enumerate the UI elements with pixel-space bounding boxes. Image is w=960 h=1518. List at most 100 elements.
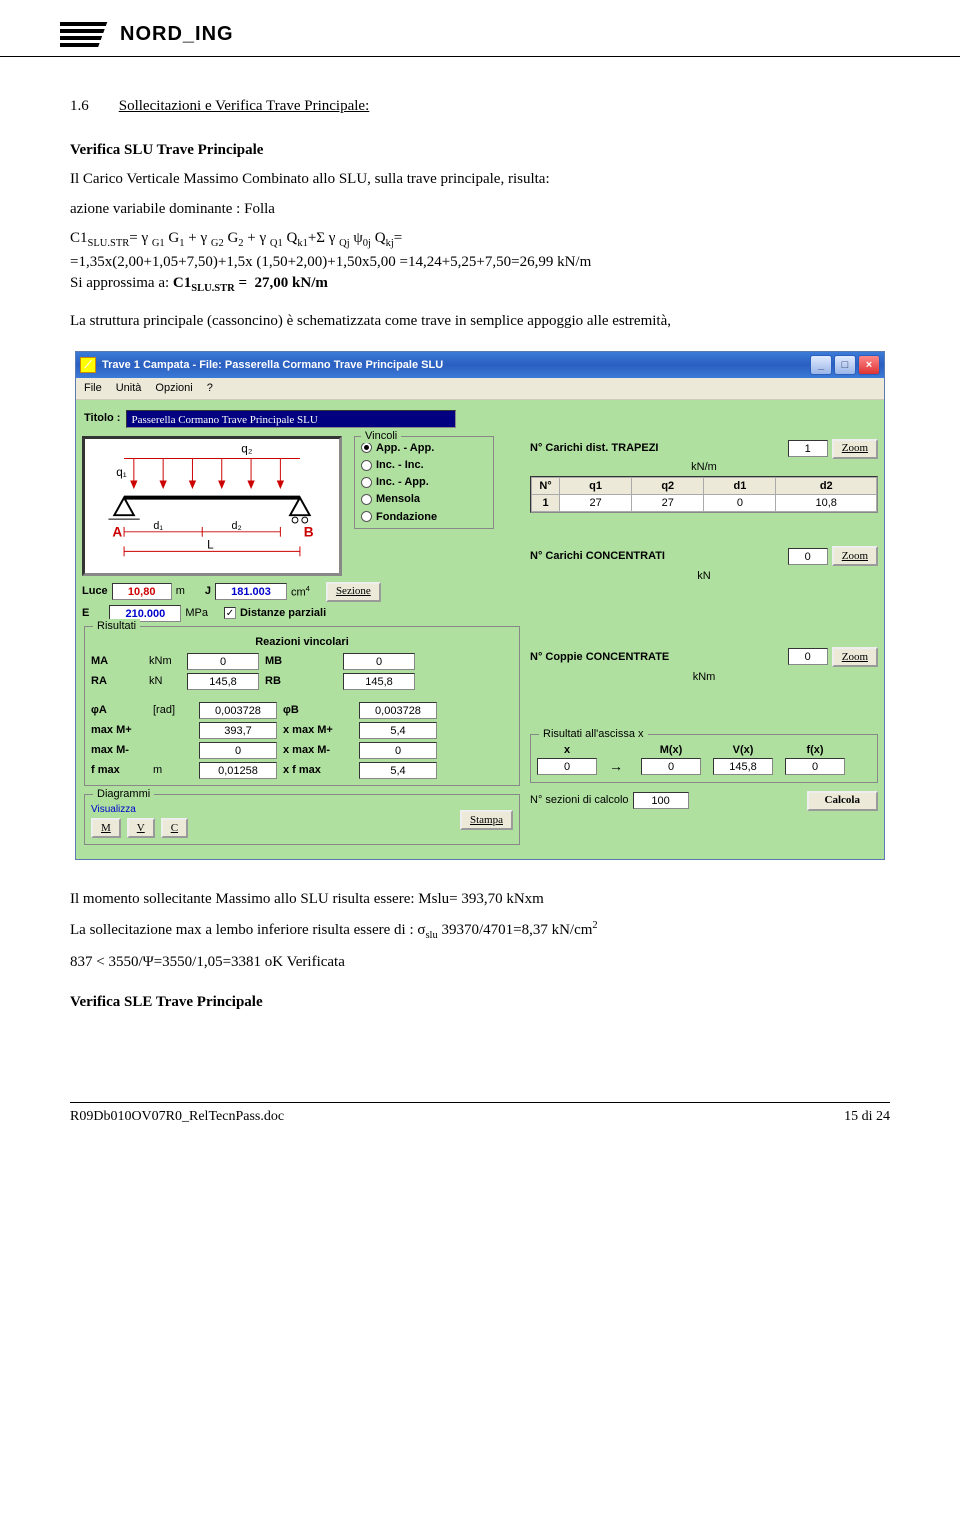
heading-verifica-sle: Verifica SLE Trave Principale	[70, 993, 890, 1013]
paragraph: azione variabile dominante : Folla	[70, 200, 890, 220]
rb-field: 145,8	[343, 673, 415, 690]
svg-text:d₂: d₂	[232, 519, 242, 531]
trapezi-zoom-button[interactable]: Zoom	[832, 439, 878, 459]
stampa-button[interactable]: Stampa	[460, 810, 513, 830]
table-row[interactable]: 1 27 27 0 10,8	[532, 495, 877, 512]
section-number: 1.6	[70, 97, 89, 117]
trapezi-unit: kN/m	[530, 460, 878, 474]
titlebar[interactable]: ⟋ Trave 1 Campata - File: Passerella Cor…	[76, 352, 884, 378]
luce-field[interactable]: 10,80	[112, 583, 172, 600]
radio-inc-inc[interactable]: Inc. - Inc.	[361, 458, 487, 472]
arrow-icon: →	[609, 757, 629, 775]
trapezi-grid[interactable]: N° q1 q2 d1 d2 1 27 27 0 1	[530, 476, 878, 514]
rb-label: RB	[265, 674, 337, 688]
footer-page: 15 di 24	[844, 1109, 890, 1125]
fx-field: 0	[785, 758, 845, 775]
paragraph: Il Carico Verticale Massimo Combinato al…	[70, 170, 890, 190]
coppie-unit: kNm	[530, 670, 878, 684]
j-field[interactable]: 181.003	[215, 583, 287, 600]
page-footer: R09Db010OV07R0_RelTecnPass.doc 15 di 24	[70, 1102, 890, 1125]
titolo-input[interactable]: Passerella Cormano Trave Principale SLU	[126, 410, 456, 428]
radio-mensola[interactable]: Mensola	[361, 492, 487, 506]
trapezi-count[interactable]: 1	[788, 440, 828, 457]
svg-text:d₁: d₁	[153, 519, 163, 531]
x-field[interactable]: 0	[537, 758, 597, 775]
window-title: Trave 1 Campata - File: Passerella Corma…	[102, 358, 804, 372]
radio-fondazione[interactable]: Fondazione	[361, 510, 487, 524]
risultati-group: Risultati Reazioni vincolari MA kNm 0 MB…	[84, 626, 520, 786]
formula: C1SLU.STR= γ G1 G1 + γ G2 G2 + γ Q1 Qk1+…	[70, 229, 890, 251]
footer-filename: R09Db010OV07R0_RelTecnPass.doc	[70, 1109, 284, 1125]
diagram-v-button[interactable]: V	[127, 818, 155, 838]
diagram-m-button[interactable]: M	[91, 818, 121, 838]
xmaxmp-field: 5,4	[359, 722, 437, 739]
formula: =1,35x(2,00+1,05+7,50)+1,5x (1,50+2,00)+…	[70, 253, 890, 273]
diagrammi-legend: Diagrammi	[93, 787, 154, 801]
minimize-button[interactable]: _	[810, 355, 832, 375]
svg-text:q₁: q₁	[116, 466, 127, 479]
maxmm-field: 0	[199, 742, 277, 759]
xmaxmm-field: 0	[359, 742, 437, 759]
app-icon: ⟋	[80, 357, 96, 373]
phia-field: 0,003728	[199, 702, 277, 719]
ra-field: 145,8	[187, 673, 259, 690]
svg-text:B: B	[304, 524, 314, 539]
xfmax-field: 5,4	[359, 762, 437, 779]
diagram-c-button[interactable]: C	[161, 818, 188, 838]
maxmp-field: 393,7	[199, 722, 277, 739]
diagrammi-group: Diagrammi Visualizza M V C Stampa	[84, 794, 520, 845]
vx-field: 145,8	[713, 758, 773, 775]
close-button[interactable]: ×	[858, 355, 880, 375]
risultati-x-group: Risultati all'ascissa x x M(x) V(x) f(x)…	[530, 734, 878, 782]
section-heading: 1.6 Sollecitazioni e Verifica Trave Prin…	[70, 97, 890, 117]
menu-unita[interactable]: Unità	[116, 381, 142, 395]
doc-header: NORD_ING	[0, 0, 960, 57]
menu-help[interactable]: ?	[207, 381, 213, 395]
distanze-parziali-checkbox[interactable]: ✓	[224, 607, 236, 619]
phib-field: 0,003728	[359, 702, 437, 719]
risx-legend: Risultati all'ascissa x	[539, 727, 648, 741]
concentrati-unit: kN	[530, 569, 878, 583]
e-unit: MPa	[185, 606, 208, 620]
menu-file[interactable]: File	[84, 381, 102, 395]
reazioni-label: Reazioni vincolari	[91, 635, 513, 649]
sezione-button[interactable]: Sezione	[326, 582, 381, 602]
svg-text:L: L	[207, 538, 214, 551]
coppie-count[interactable]: 0	[788, 648, 828, 665]
concentrati-count[interactable]: 0	[788, 548, 828, 565]
menubar: File Unità Opzioni ?	[76, 378, 884, 399]
luce-unit: m	[176, 584, 185, 598]
paragraph: Il momento sollecitante Massimo allo SLU…	[70, 890, 890, 910]
visualizza-label: Visualizza	[91, 803, 188, 816]
concentrati-label: N° Carichi CONCENTRATI	[530, 549, 665, 563]
logo-text: NORD_ING	[120, 23, 234, 46]
vincoli-group: Vincoli App. - App. Inc. - Inc. Inc. - A…	[354, 436, 494, 529]
menu-opzioni[interactable]: Opzioni	[155, 381, 192, 395]
logo-stripes-icon	[60, 20, 108, 48]
formula: Si approssima a: C1SLU.STR = 27,00 kN/m	[70, 274, 890, 296]
maximize-button[interactable]: □	[834, 355, 856, 375]
mb-label: MB	[265, 654, 337, 668]
j-label: J	[205, 584, 211, 598]
app-window: ⟋ Trave 1 Campata - File: Passerella Cor…	[75, 351, 885, 860]
concentrati-zoom-button[interactable]: Zoom	[832, 546, 878, 566]
sezcalc-label: N° sezioni di calcolo	[530, 793, 629, 807]
calcola-button[interactable]: Calcola	[807, 791, 878, 811]
paragraph: La sollecitazione max a lembo inferiore …	[70, 919, 890, 943]
trapezi-label: N° Carichi dist. TRAPEZI	[530, 441, 658, 455]
e-label: E	[82, 606, 89, 620]
ma-label: MA	[91, 654, 143, 668]
titolo-label: Titolo :	[84, 411, 120, 425]
radio-inc-app[interactable]: Inc. - App.	[361, 475, 487, 489]
distanze-parziali-label: Distanze parziali	[240, 606, 326, 620]
ra-label: RA	[91, 674, 143, 688]
coppie-label: N° Coppie CONCENTRATE	[530, 650, 669, 664]
risultati-legend: Risultati	[93, 619, 140, 633]
fmax-field: 0,01258	[199, 762, 277, 779]
coppie-zoom-button[interactable]: Zoom	[832, 647, 878, 667]
luce-label: Luce	[82, 584, 108, 598]
heading-verifica-slu: Verifica SLU Trave Principale	[70, 141, 890, 161]
section-label: Sollecitazioni e Verifica Trave Principa…	[119, 97, 370, 117]
sezcalc-field[interactable]: 100	[633, 792, 689, 809]
beam-diagram: q₁ q₂ A B	[82, 436, 342, 576]
